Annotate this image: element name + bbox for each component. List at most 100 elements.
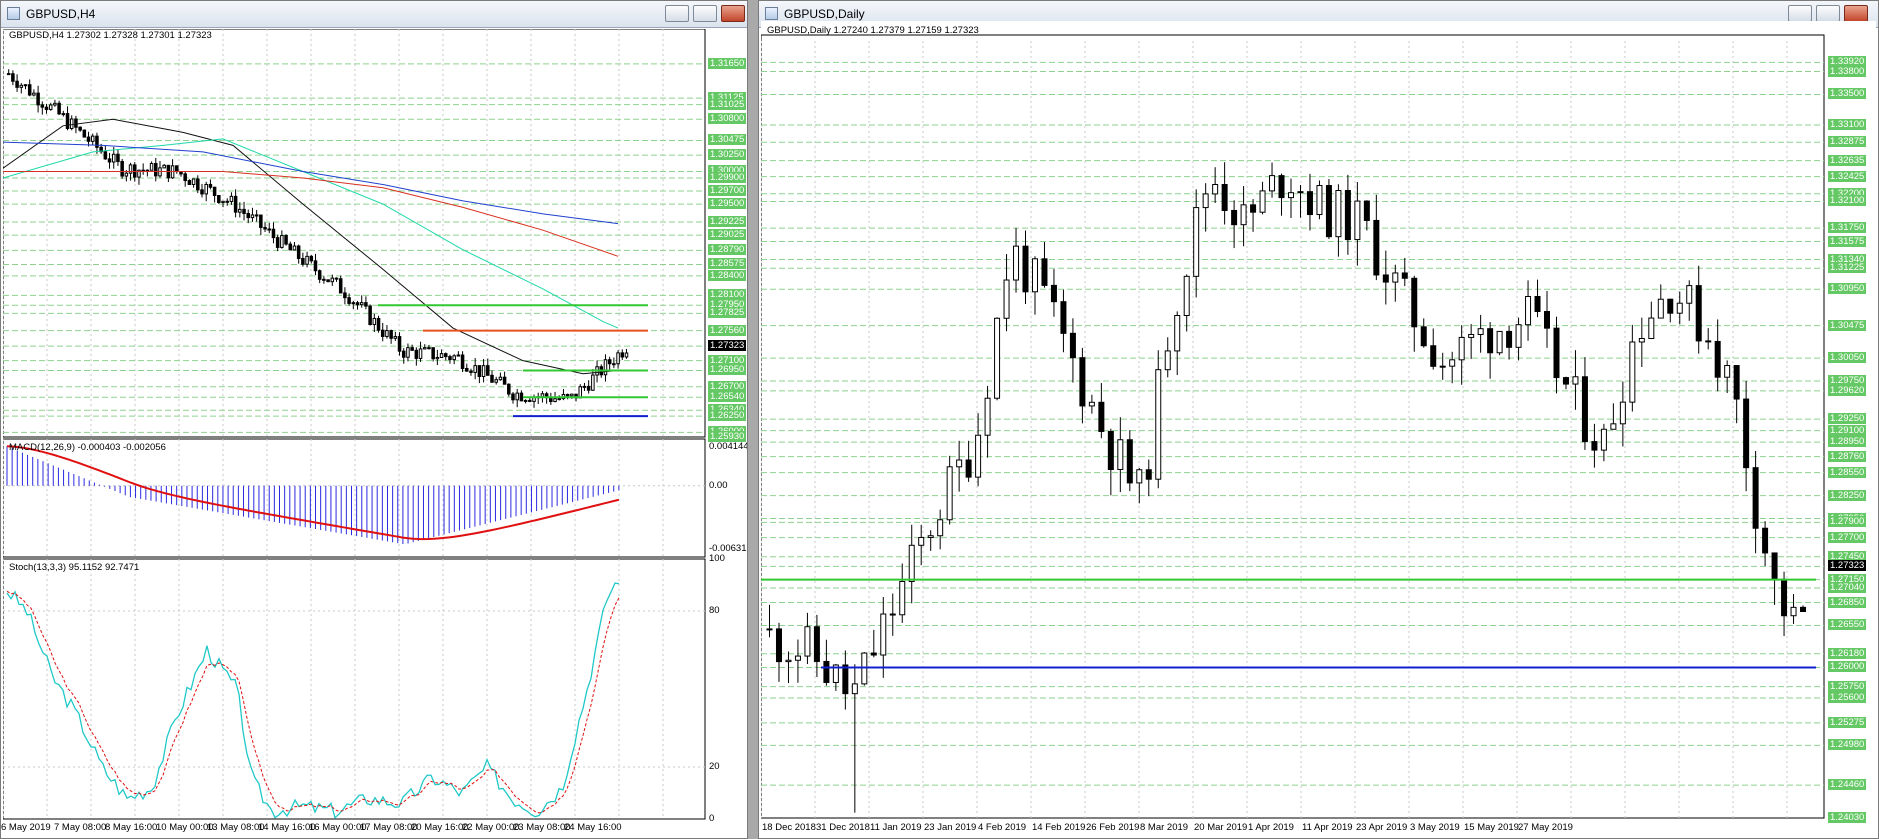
h4-candle-body: [57, 102, 61, 115]
h4-candle-body: [427, 347, 431, 350]
close-button[interactable]: [721, 5, 745, 22]
h4-candle-body: [288, 243, 293, 251]
h4-candle-body: [322, 278, 326, 281]
macd-axis-label: 0.004144: [709, 441, 748, 452]
daily-candle-body: [1013, 245, 1020, 281]
h4-chart-area[interactable]: GBPUSD,H4 1.27302 1.27328 1.27301 1.2732…: [1, 29, 748, 838]
daily-candle-body: [1202, 193, 1209, 209]
h4-candle-body: [620, 352, 625, 358]
price-axis-label: 1.31225: [1828, 262, 1867, 274]
h4-candle-body: [519, 392, 524, 402]
daily-candle-body: [946, 466, 953, 521]
h4-candle-body: [410, 347, 414, 351]
macd-signal-line: [6, 445, 620, 541]
h4-candle-body: [111, 153, 116, 163]
daily-candle-body: [1306, 191, 1313, 216]
h4-candle-body: [204, 183, 208, 195]
daily-candle-body: [1031, 258, 1038, 293]
stoch-axis-label: 0: [709, 813, 715, 824]
close-button[interactable]: [1844, 5, 1868, 22]
h4-candle-body: [120, 161, 124, 177]
daily-candle-body: [1373, 219, 1380, 276]
daily-candle-body: [1250, 204, 1257, 213]
h4-chart-header: GBPUSD,H4 1.27302 1.27328 1.27301 1.2732…: [9, 30, 212, 41]
daily-candle-body: [1060, 301, 1067, 334]
price-axis-label: 1.29620: [1828, 384, 1867, 396]
daily-candle-body: [937, 519, 944, 537]
macd-pane-border: [3, 438, 706, 558]
h4-candle-body: [456, 354, 461, 357]
h4-candle-body: [175, 165, 179, 173]
h4-candle-body: [229, 195, 234, 203]
stoch-header: Stoch(13,3,3) 95.1152 92.7471: [9, 562, 140, 573]
time-axis-label: 27 May 2019: [1518, 822, 1573, 833]
daily-candle-body: [1335, 190, 1342, 238]
h4-candle-body: [326, 279, 330, 283]
daily-candle-body: [889, 613, 896, 616]
stoch-main-line: [6, 582, 620, 819]
price-axis-label: 1.27825: [708, 307, 747, 319]
daily-candle-body: [1752, 467, 1759, 529]
h4-candle-body: [401, 350, 406, 358]
h4-candle-body: [359, 302, 364, 306]
h4-candle-body: [452, 355, 456, 361]
stoch-signal-line: [6, 590, 620, 814]
price-axis-label: 1.30050: [1828, 352, 1867, 364]
price-axis-label: 1.26850: [1828, 596, 1867, 608]
daily-candle-body: [1069, 332, 1076, 359]
h4-candle-body: [86, 136, 91, 142]
h4-candle-body: [553, 398, 557, 403]
minimize-button[interactable]: [1788, 5, 1812, 22]
daily-candle-body: [1496, 330, 1503, 354]
daily-candle-body: [1164, 350, 1171, 371]
h4-chart-window[interactable]: GBPUSD,H4 GBPUSD,H4 1.27302 1.27328 1.27…: [0, 0, 748, 839]
daily-candle-body: [794, 655, 801, 661]
daily-candle-body: [766, 628, 773, 631]
daily-candle-body: [1325, 185, 1332, 238]
daily-candle-body: [1477, 328, 1484, 335]
daily-chart-area[interactable]: GBPUSD,Daily 1.27240 1.27379 1.27159 1.2…: [761, 21, 1876, 838]
h4-candle-body: [217, 195, 221, 203]
maximize-button[interactable]: [1816, 5, 1840, 22]
price-axis-label: 1.27900: [1828, 516, 1867, 528]
h4-candle-body: [238, 208, 242, 213]
h4-candle-body: [154, 163, 158, 177]
daily-candle-body: [1468, 333, 1475, 338]
daily-pane-border: [761, 34, 1825, 819]
h4-candle-body: [368, 305, 372, 325]
h4-candle-body: [317, 270, 322, 280]
minimize-button[interactable]: [665, 5, 689, 22]
daily-candle-body: [1591, 441, 1598, 451]
maximize-button[interactable]: [693, 5, 717, 22]
price-axis-label: 1.33100: [1828, 119, 1867, 131]
daily-candle-body: [1581, 376, 1588, 443]
h4-candle-body: [334, 277, 339, 280]
h4-candle-body: [473, 365, 477, 373]
price-axis-label: 1.29225: [708, 216, 747, 228]
daily-candle-body: [1354, 200, 1361, 241]
daily-candle-body: [785, 659, 792, 663]
time-axis-label: 14 Feb 2019: [1032, 822, 1086, 833]
time-axis-label: 6 May 2019: [1, 822, 51, 833]
daily-chart-window[interactable]: GBPUSD,Daily GBPUSD,Daily 1.27240 1.2737…: [758, 0, 1879, 839]
daily-candle-body: [1041, 258, 1048, 286]
daily-candle-body: [956, 459, 963, 468]
price-axis-label: 1.28790: [708, 244, 747, 256]
h4-window-titlebar[interactable]: GBPUSD,H4: [1, 1, 747, 28]
daily-candle-body: [1259, 190, 1266, 213]
price-axis-label: 1.26540: [708, 391, 747, 403]
daily-candle-body: [1098, 401, 1105, 432]
h4-candle-body: [385, 330, 389, 337]
time-axis-label: 24 May 16:00: [564, 822, 622, 833]
h4-candle-body: [61, 113, 66, 116]
minimize-icon: [1789, 6, 1811, 21]
daily-candle-body: [1733, 365, 1740, 400]
h4-candle-body: [69, 118, 74, 129]
daily-candle-body: [1781, 578, 1788, 617]
daily-candle-body: [1629, 341, 1636, 403]
h4-candle-body: [380, 329, 385, 337]
h4-candle-body: [603, 359, 608, 376]
daily-candle-body: [1288, 192, 1294, 199]
daily-candle-body: [823, 660, 830, 683]
daily-candle-body: [1544, 311, 1551, 329]
